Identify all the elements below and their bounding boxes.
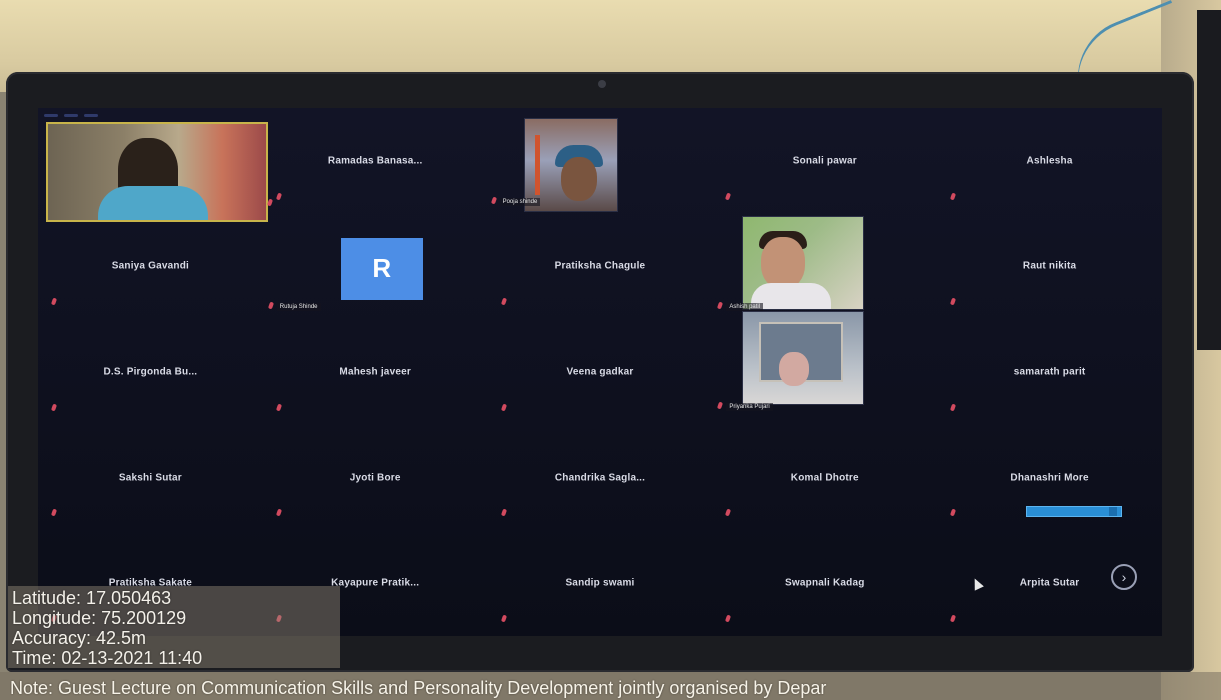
mic-muted-icon	[950, 508, 957, 517]
participant-caption: Pooja shinde	[499, 197, 541, 206]
mic-muted-icon	[490, 196, 497, 205]
participant-tile[interactable]: Priyanka Pujari	[712, 311, 937, 425]
mic-muted-icon	[275, 192, 282, 201]
mic-muted-icon	[275, 403, 282, 412]
participant-name: D.S. Pirgonda Bu...	[103, 366, 198, 378]
mic-muted-icon	[950, 614, 957, 623]
mic-muted-icon	[500, 508, 507, 517]
participant-tile[interactable]: Chandrika Sagla...	[488, 425, 713, 531]
participant-name: Swapnali Kadag	[785, 577, 865, 589]
accuracy-text: Accuracy: 42.5m	[12, 628, 147, 648]
participant-name: Pratiksha Chagule	[554, 260, 646, 272]
participant-tile[interactable]: Ramadas Banasa...	[263, 108, 488, 214]
participant-video	[742, 311, 865, 406]
participant-tile[interactable]: Komal Dhotre	[712, 425, 937, 531]
participant-tile[interactable]: Veena gadkar	[488, 319, 713, 425]
participant-tile[interactable]: Sandip swami	[488, 530, 713, 636]
participant-tile[interactable]: Saniya Gavandi	[38, 214, 263, 320]
mic-muted-icon	[275, 508, 282, 517]
mic-muted-icon	[267, 301, 274, 310]
latitude-text: Latitude: 17.050463	[12, 588, 172, 608]
participant-tile[interactable]: Jyoti Bore	[263, 425, 488, 531]
mic-muted-icon	[950, 297, 957, 306]
chevron-right-icon: ›	[1121, 569, 1127, 585]
participant-name: Chandrika Sagla...	[554, 472, 646, 484]
mic-muted-icon	[725, 192, 732, 201]
participant-tile[interactable]: Mahesh javeer	[263, 319, 488, 425]
participant-caption: Rutuja Shinde	[276, 303, 321, 312]
participant-name: Komal Dhotre	[790, 472, 859, 484]
participant-video	[742, 215, 865, 310]
webcam-icon	[598, 80, 606, 88]
mic-muted-icon	[50, 297, 58, 306]
notification-chip[interactable]	[1026, 506, 1122, 517]
participant-tile[interactable]: D.S. Pirgonda Bu...	[38, 319, 263, 425]
participant-caption: Priyanka Pujari	[726, 402, 773, 411]
laptop-bezel: Ramadas Banasa... Pooja shinde Sonali pa…	[6, 72, 1194, 672]
participant-name: Jyoti Bore	[349, 472, 401, 484]
mic-muted-icon	[50, 508, 58, 517]
participant-tile[interactable]: Ashish patil	[712, 214, 937, 320]
meeting-screen: Ramadas Banasa... Pooja shinde Sonali pa…	[38, 108, 1162, 636]
participant-name: samarath parit	[1013, 366, 1086, 378]
participant-grid: Ramadas Banasa... Pooja shinde Sonali pa…	[38, 108, 1162, 636]
participant-tile[interactable]: R Rutuja Shinde	[263, 214, 488, 320]
participant-tile[interactable]: Sonali pawar	[712, 108, 937, 214]
participant-tile[interactable]	[38, 108, 274, 222]
mic-muted-icon	[50, 403, 58, 412]
mic-muted-icon	[950, 192, 957, 201]
host-video	[46, 122, 268, 222]
participant-name: Raut nikita	[1022, 260, 1077, 272]
participant-name: Mahesh javeer	[339, 366, 411, 378]
participant-tile[interactable]: Pooja shinde	[488, 108, 713, 214]
participant-tile[interactable]: Swapnali Kadag	[712, 530, 937, 636]
participant-name: Sonali pawar	[792, 155, 857, 167]
participant-name: Saniya Gavandi	[111, 260, 190, 272]
mic-muted-icon	[950, 403, 957, 412]
mic-muted-icon	[717, 401, 724, 410]
participant-name: Ashlesha	[1026, 155, 1073, 167]
participant-name: Ramadas Banasa...	[327, 155, 423, 167]
participant-tile[interactable]: Raut nikita	[937, 214, 1162, 320]
participant-caption: Ashish patil	[726, 303, 764, 312]
participant-tile[interactable]: samarath parit	[937, 319, 1162, 425]
participant-name: Veena gadkar	[566, 366, 634, 378]
next-page-button[interactable]: ›	[1111, 564, 1137, 590]
mic-muted-icon	[500, 403, 507, 412]
participant-name: Dhanashri More	[1010, 472, 1089, 484]
mic-muted-icon	[500, 297, 507, 306]
mic-muted-icon	[725, 614, 732, 623]
participant-tile[interactable]: Ashlesha	[937, 108, 1162, 214]
geotag-text: Latitude: 17.050463 Longitude: 75.200129…	[12, 588, 202, 668]
time-text: Time: 02-13-2021 11:40	[12, 648, 203, 668]
mic-muted-icon	[717, 301, 724, 310]
mic-muted-icon	[500, 614, 507, 623]
participant-name: Sandip swami	[565, 577, 635, 589]
longitude-text: Longitude: 75.200129	[12, 608, 187, 628]
participant-name: Sakshi Sutar	[118, 472, 182, 484]
mic-muted-icon	[725, 508, 732, 517]
note-text: Note: Guest Lecture on Communication Ski…	[10, 678, 827, 698]
external-monitor-edge	[1197, 10, 1221, 350]
participant-avatar: R	[340, 237, 423, 300]
participant-tile[interactable]: Sakshi Sutar	[38, 425, 263, 531]
participant-tile[interactable]: Pratiksha Chagule	[488, 214, 713, 320]
